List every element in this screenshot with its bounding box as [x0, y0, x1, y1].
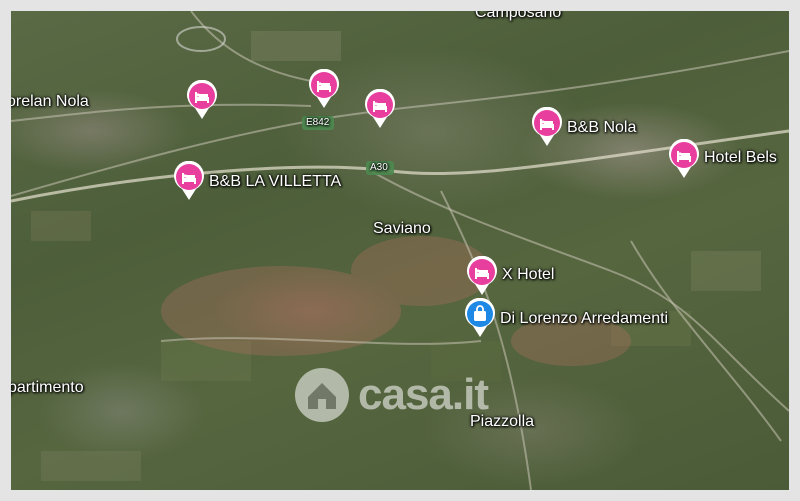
road-label-a30: A30	[370, 162, 388, 173]
bed-icon	[669, 139, 699, 178]
hotel-pin-x-hotel[interactable]	[466, 256, 498, 296]
hotel-pin-central[interactable]	[364, 89, 396, 129]
bed-icon	[365, 89, 395, 128]
pin-label-di-lorenzo[interactable]: Di Lorenzo Arredamenti	[500, 310, 668, 328]
satellite-map[interactable]: E842 A30 Camposano orelan Nola Saviano P…	[11, 11, 789, 490]
place-label-camposano: Camposano	[475, 11, 562, 21]
bed-icon	[309, 69, 339, 108]
bed-icon	[174, 161, 204, 200]
pin-label-bb-nola[interactable]: B&B Nola	[567, 119, 636, 137]
shop-pin-di-lorenzo[interactable]	[464, 298, 496, 338]
bed-icon	[532, 107, 562, 146]
casa-it-watermark: casa.it	[294, 367, 489, 423]
hotel-pin-morelan[interactable]	[186, 80, 218, 120]
hotel-pin-bb-la-villetta[interactable]	[173, 161, 205, 201]
house-icon	[295, 368, 349, 422]
hotel-pin-bb-nola[interactable]	[531, 107, 563, 147]
place-label-saviano: Saviano	[373, 220, 431, 237]
road-label-e842: E842	[306, 117, 330, 128]
shopping-bag-icon	[465, 298, 495, 337]
place-label-dipartimento: partimento	[11, 379, 84, 396]
bed-icon	[467, 256, 497, 295]
watermark-text: casa.it	[358, 370, 489, 419]
bed-icon	[187, 80, 217, 119]
pin-label-hotel-bels[interactable]: Hotel Bels	[704, 149, 777, 167]
hotel-pin-hotel-bels[interactable]	[668, 139, 700, 179]
place-label-morelan-nola: orelan Nola	[11, 93, 89, 110]
pin-label-x-hotel[interactable]: X Hotel	[502, 266, 554, 284]
hotel-pin-e842[interactable]	[308, 69, 340, 109]
pin-label-bb-la-villetta[interactable]: B&B LA VILLETTA	[209, 173, 341, 191]
